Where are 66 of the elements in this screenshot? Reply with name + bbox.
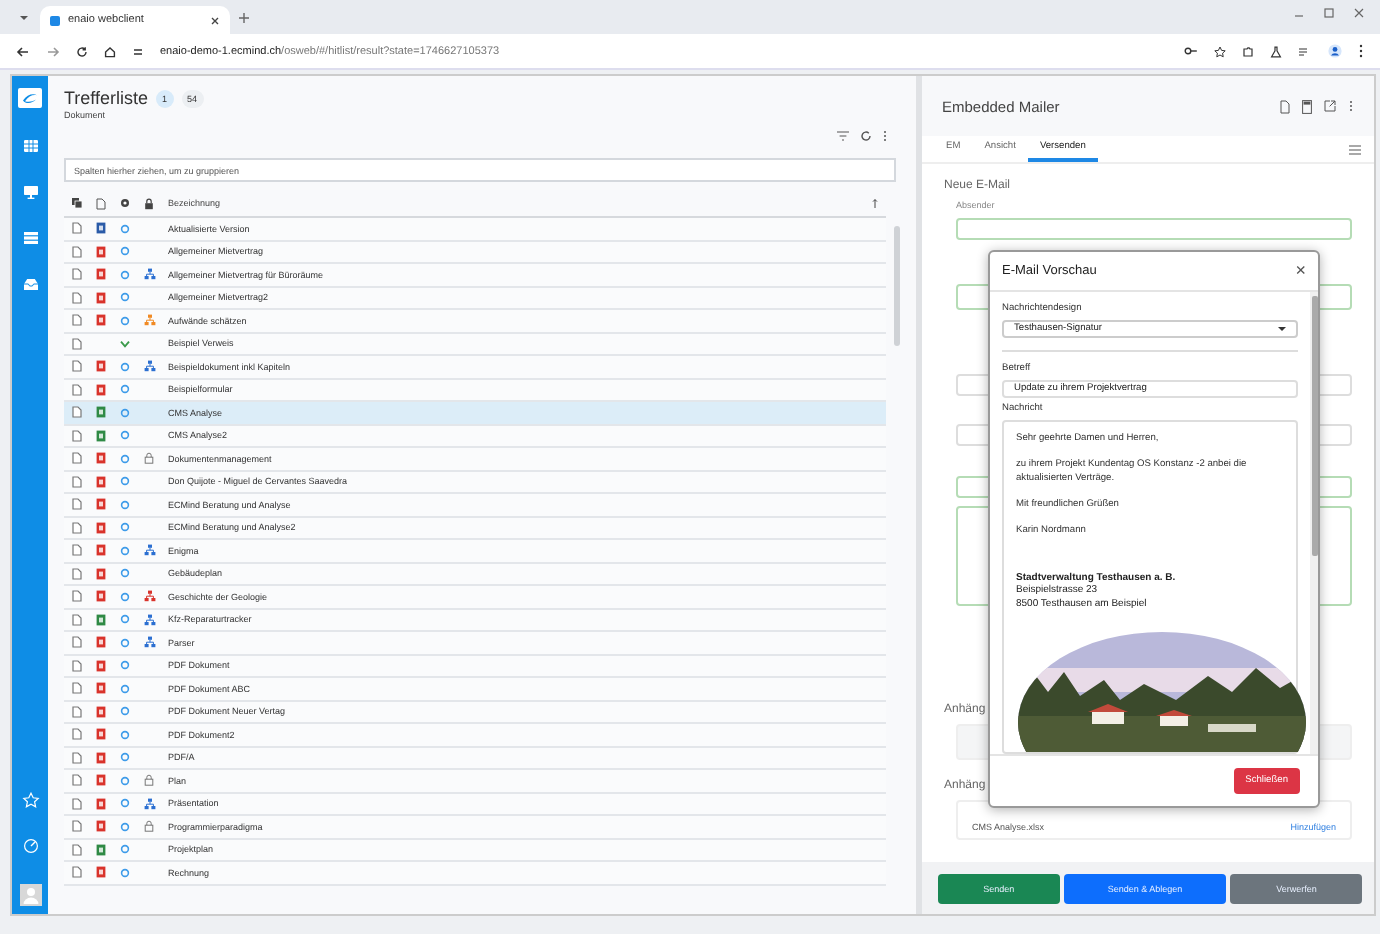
maximize-icon[interactable] [1324,8,1334,18]
circle-icon [120,292,130,303]
circle-icon [120,522,130,533]
flask-icon[interactable] [1270,45,1282,57]
circle-icon [120,315,130,326]
key-icon[interactable] [1184,46,1198,56]
site-settings-icon[interactable] [132,45,144,57]
close-button[interactable]: × [1295,262,1306,280]
profile-icon[interactable] [1328,44,1342,58]
home-icon[interactable] [104,45,116,57]
caret-icon [1278,325,1286,332]
document-icon[interactable] [1280,99,1290,113]
sort-arrow-icon[interactable] [872,198,878,208]
filter-icon[interactable] [836,130,850,142]
circle-icon [120,660,130,671]
circle-icon [120,775,130,786]
scrollbar-thumb[interactable] [1311,296,1317,556]
circle-icon [120,729,130,740]
circle-icon [120,844,130,855]
close-icon[interactable] [1354,8,1364,18]
monitor-icon[interactable] [21,184,39,200]
avatar-icon[interactable] [19,884,41,906]
gauge-icon[interactable] [21,838,39,854]
copy-icon [72,198,82,208]
back-icon[interactable] [16,45,30,57]
circle-icon [120,407,130,418]
circle-icon [120,453,130,464]
circle-icon [120,591,130,602]
circle-icon [120,568,130,579]
circle-icon [120,798,130,809]
lock-icon [144,197,154,209]
circle-icon [120,361,130,372]
page-title: Trefferliste [64,88,149,108]
close-icon[interactable] [210,15,220,25]
circle-icon [120,246,130,257]
circle-icon [120,499,130,510]
sender-field[interactable] [956,218,1352,240]
circle-icon [120,223,130,234]
favicon-icon [50,15,60,25]
star-icon[interactable] [1214,45,1226,57]
circle-icon [120,867,130,878]
document-icon [96,197,106,209]
inbox-icon[interactable] [21,276,39,292]
stack-icon[interactable] [21,230,39,246]
calculator-icon[interactable] [1302,99,1312,113]
circle-icon [120,752,130,763]
circle-icon [120,821,130,832]
more-icon[interactable] [1358,44,1364,58]
circle-icon [120,706,130,717]
circle-icon [120,430,130,441]
scrollbar-thumb[interactable] [893,226,899,346]
menu-icon[interactable] [1348,143,1362,155]
circle-icon [120,545,130,556]
circle-icon [120,384,130,395]
forward-icon[interactable] [46,45,60,57]
new-tab-icon[interactable] [238,11,250,23]
circle-icon [120,683,130,694]
circle-icon [120,637,130,648]
logo-icon[interactable] [18,88,42,108]
circle-icon [120,269,130,280]
table-icon[interactable] [21,138,39,154]
external-link-icon[interactable] [1324,100,1336,112]
refresh-icon[interactable] [860,130,872,142]
circle-icon [120,476,130,487]
circle-icon [120,614,130,625]
reload-icon[interactable] [76,45,88,57]
